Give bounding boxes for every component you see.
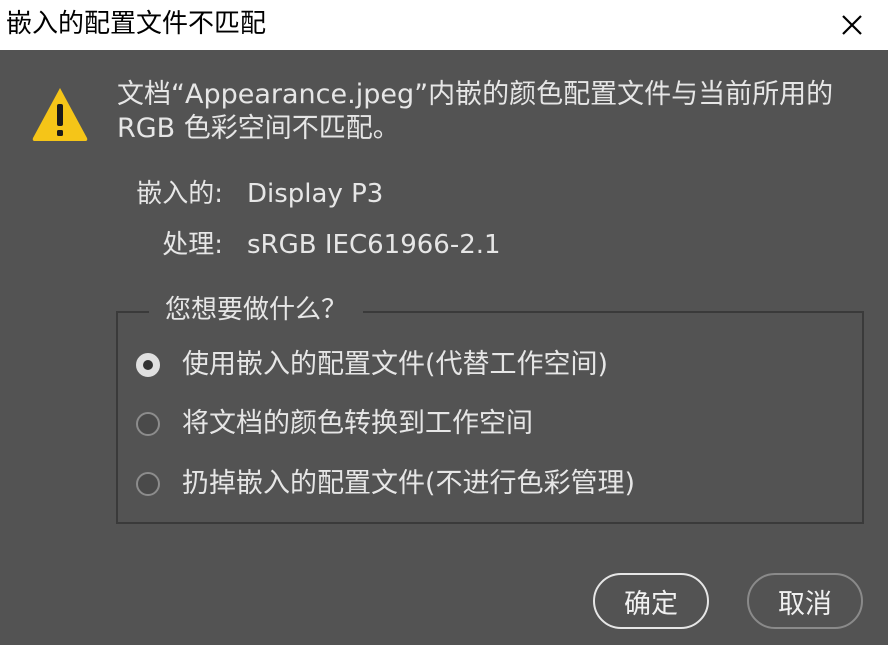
working-space-value: sRGB IEC61966-2.1 <box>247 230 501 260</box>
close-button[interactable] <box>834 7 870 43</box>
option-label: 使用嵌入的配置文件(代替工作空间) <box>182 349 609 380</box>
window-title: 嵌入的配置文件不匹配 <box>6 9 267 39</box>
title-bar: 嵌入的配置文件不匹配 <box>0 0 888 50</box>
cancel-button[interactable]: 取消 <box>747 573 863 629</box>
mismatch-message: 文档“Appearance.jpeg”内嵌的颜色配置文件与当前所用的 RGB 色… <box>117 79 834 144</box>
option-convert-to-working-space[interactable]: 将文档的颜色转换到工作空间 <box>136 406 533 442</box>
option-label: 扔掉嵌入的配置文件(不进行色彩管理) <box>182 468 636 499</box>
option-discard-embedded-profile[interactable]: 扔掉嵌入的配置文件(不进行色彩管理) <box>136 466 635 502</box>
embedded-profile-mismatch-dialog: 嵌入的配置文件不匹配 文档“Appearance.jpeg”内嵌的颜色配置文件与… <box>0 0 888 645</box>
embedded-profile-value: Display P3 <box>247 179 384 209</box>
option-use-embedded-profile[interactable]: 使用嵌入的配置文件(代替工作空间) <box>136 347 608 383</box>
embedded-profile-label: 嵌入的: <box>136 179 223 209</box>
option-label: 将文档的颜色转换到工作空间 <box>182 408 533 439</box>
close-icon <box>842 15 862 35</box>
radio-button[interactable] <box>136 412 160 436</box>
warning-icon <box>32 88 88 141</box>
working-space-label: 处理: <box>162 230 223 260</box>
radio-button[interactable] <box>136 472 160 496</box>
options-group-legend: 您想要做什么？ <box>149 293 364 327</box>
radio-button-checked[interactable] <box>136 353 160 377</box>
ok-button[interactable]: 确定 <box>593 573 709 629</box>
